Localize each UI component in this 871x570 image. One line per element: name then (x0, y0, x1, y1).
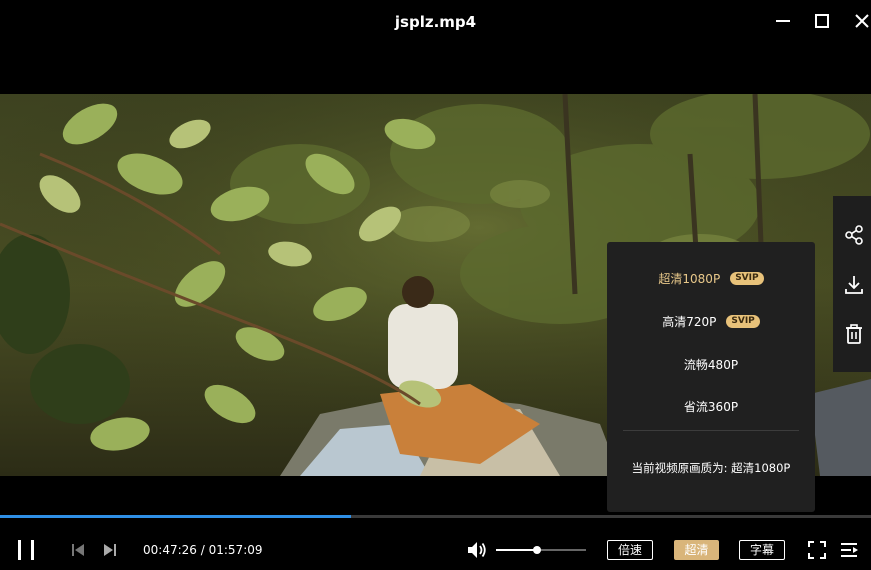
progress-fill (0, 515, 351, 518)
speed-button[interactable]: 倍速 (607, 540, 653, 560)
duration: 01:57:09 (208, 543, 263, 557)
download-icon[interactable] (843, 274, 865, 296)
playlist-icon[interactable] (839, 540, 859, 560)
quality-option-1080p[interactable]: 超清1080P SVIP (607, 266, 815, 290)
minimize-icon[interactable] (772, 10, 794, 32)
maximize-icon[interactable] (811, 10, 833, 32)
volume-slider[interactable] (496, 546, 586, 554)
quality-option-label: 流畅480P (683, 357, 739, 372)
quality-menu: 超清1080P SVIP 高清720P SVIP 流畅480P 省流360P 当前视… (607, 242, 815, 512)
quality-option-480p[interactable]: 流畅480P (607, 352, 815, 376)
control-bar: 00:47:26 / 01:57:09 倍速 超清 字幕 (0, 530, 871, 570)
current-quality-note: 当前视频原画质为: 超清1080P (631, 461, 791, 475)
svip-badge: SVIP (730, 272, 764, 285)
window-title: jsplz.mp4 (394, 13, 477, 31)
trash-icon[interactable] (843, 323, 865, 345)
time-separator: / (200, 543, 205, 557)
quality-option-720p[interactable]: 高清720P SVIP (607, 309, 815, 333)
quality-option-360p[interactable]: 省流360P (607, 394, 815, 418)
volume-icon[interactable] (466, 540, 488, 560)
pause-icon[interactable] (13, 537, 39, 563)
quality-option-label: 超清1080P (658, 271, 721, 286)
close-icon[interactable] (851, 10, 871, 32)
menu-divider (623, 430, 799, 431)
share-icon[interactable] (843, 224, 865, 246)
fullscreen-icon[interactable] (807, 540, 827, 560)
time-display: 00:47:26 / 01:57:09 (143, 543, 263, 557)
prev-icon[interactable] (70, 542, 86, 558)
current-time: 00:47:26 (143, 543, 197, 557)
quality-button[interactable]: 超清 (674, 540, 719, 560)
quality-option-label: 高清720P (662, 314, 717, 329)
quality-option-label: 省流360P (683, 399, 739, 414)
volume-thumb[interactable] (533, 546, 542, 554)
title-bar: jsplz.mp4 (0, 0, 871, 46)
subtitle-button[interactable]: 字幕 (739, 540, 785, 560)
svip-badge: SVIP (726, 315, 760, 328)
side-toolbar (833, 196, 871, 372)
progress-bar[interactable] (0, 515, 871, 518)
next-icon[interactable] (102, 542, 118, 558)
volume-fill (496, 549, 538, 551)
